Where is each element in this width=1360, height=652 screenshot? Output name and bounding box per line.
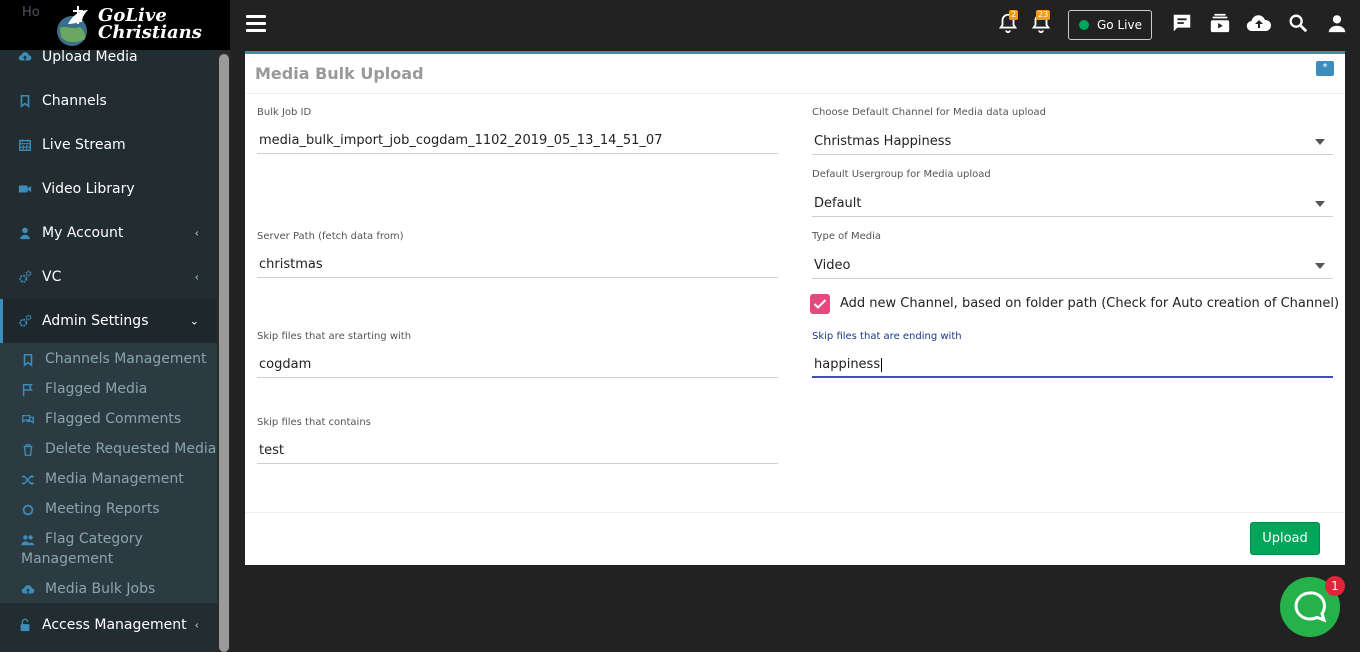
default-usergroup-label: Default Usergroup for Media upload (812, 169, 991, 180)
skip-contains-field[interactable]: test (257, 438, 778, 464)
sidebar-item-access-management[interactable]: Access Management ‹ (0, 603, 217, 647)
sidebar-item-label: Channels (42, 93, 107, 109)
skip-start-field[interactable]: cogdam (257, 352, 778, 378)
admin-settings-submenu: Channels Management Flagged Media Flagge… (0, 343, 217, 603)
hamburger-menu-icon[interactable] (246, 15, 266, 33)
media-type-value: Video (814, 258, 851, 273)
cloud-upload-icon[interactable] (1246, 12, 1272, 34)
panel-footer-divider (245, 512, 1345, 513)
server-path-field[interactable]: christmas (257, 252, 778, 278)
chevron-left-icon: ‹ (194, 618, 199, 632)
sidebar-item-label: Video Library (42, 181, 135, 197)
alerts-badge: 23 (1036, 10, 1051, 20)
default-channel-select[interactable]: Christmas Happiness (812, 129, 1333, 155)
sidebar-item-my-account[interactable]: My Account ‹ (0, 211, 217, 255)
default-channel-label: Choose Default Channel for Media data up… (812, 107, 1046, 118)
chevron-down-icon (1315, 263, 1325, 269)
chevron-left-icon: ‹ (194, 270, 199, 284)
skip-contains-label: Skip files that contains (257, 417, 371, 428)
sidebar-item-label: Live Stream (42, 137, 126, 153)
comments-icon (22, 414, 34, 424)
default-channel-value: Christmas Happiness (814, 134, 952, 149)
skip-end-label: Skip files that are ending with (812, 331, 962, 342)
trash-icon (23, 444, 33, 456)
live-status-dot (1079, 20, 1089, 30)
sidebar-subitem-label: Channels Management (45, 351, 207, 367)
media-bulk-upload-panel: Media Bulk Upload * Bulk Job ID media_bu… (245, 51, 1345, 565)
user-profile-icon[interactable] (1326, 12, 1348, 34)
sidebar-scrollbar-thumb[interactable] (219, 54, 229, 652)
sidebar-item-vc[interactable]: VC ‹ (0, 255, 217, 299)
hidden-nav-text: Ho (22, 5, 40, 20)
chevron-left-icon: ‹ (194, 226, 199, 240)
sidebar-subitem-label: Media Bulk Jobs (45, 581, 156, 597)
logo-bar[interactable]: Ho GoLive Christians (0, 0, 230, 50)
upload-button[interactable]: Upload (1250, 522, 1320, 555)
bookmark-icon (20, 94, 30, 108)
random-icon (21, 474, 35, 486)
bulk-job-id-label: Bulk Job ID (257, 107, 312, 118)
chevron-down-icon (1315, 201, 1325, 207)
logo-text: GoLive Christians (98, 7, 202, 43)
media-type-select[interactable]: Video (812, 253, 1333, 279)
sidebar-subitem-label: Flagged Media (45, 381, 148, 397)
sidebar-item-label: My Account (42, 225, 124, 241)
sidebar-item-admin-settings[interactable]: Admin Settings ⌄ (0, 299, 217, 343)
checkmark-icon (813, 299, 827, 309)
top-navbar: 2 23 Go Live (230, 0, 1360, 50)
sidebar-item-video-library[interactable]: Video Library (0, 167, 217, 211)
add-channel-label: Add new Channel, based on folder path (C… (840, 296, 1340, 311)
sidebar-item-live-stream[interactable]: Live Stream (0, 123, 217, 167)
default-usergroup-select[interactable]: Default (812, 191, 1333, 217)
cogs-icon (19, 314, 32, 327)
sidebar-subitem-label: Flag Category Management (21, 531, 143, 567)
circle-icon (22, 504, 34, 516)
skip-end-field[interactable]: happiness (812, 352, 1333, 378)
sidebar-item-label: VC (42, 269, 62, 285)
video-library-icon[interactable] (1209, 12, 1231, 34)
sidebar-item-label: Admin Settings (42, 313, 149, 329)
panel-collapse-button[interactable]: * (1316, 61, 1334, 76)
media-type-label: Type of Media (812, 231, 881, 242)
video-camera-icon (18, 185, 32, 193)
panel-title: Media Bulk Upload (255, 64, 424, 83)
cloud-upload-icon (21, 585, 35, 594)
sidebar-subitem-label: Flagged Comments (45, 411, 182, 427)
add-channel-checkbox[interactable] (810, 294, 830, 314)
sidebar-item-channels[interactable]: Channels (0, 79, 217, 123)
chevron-down-icon (1315, 139, 1325, 145)
skip-start-label: Skip files that are starting with (257, 331, 412, 342)
logo-globe-icon (57, 6, 88, 46)
chat-icon[interactable] (1171, 12, 1193, 34)
go-live-button[interactable]: Go Live (1068, 10, 1152, 40)
search-icon[interactable] (1287, 12, 1309, 34)
bookmark-icon (23, 353, 33, 367)
cloud-upload-icon (18, 52, 32, 61)
chevron-down-icon: ⌄ (189, 314, 199, 328)
go-live-label: Go Live (1097, 18, 1142, 32)
sidebar-subitem-label: Delete Requested Media (45, 441, 217, 457)
chat-unread-badge: 1 (1325, 576, 1345, 596)
unlock-icon (20, 618, 30, 632)
cogs-icon (19, 270, 32, 283)
text-cursor (881, 357, 883, 372)
flag-icon (22, 383, 33, 397)
bulk-job-id-field[interactable]: media_bulk_import_job_cogdam_1102_2019_0… (257, 128, 778, 154)
sidebar: Upload Media Channels Live Stream Video … (0, 0, 230, 652)
notifications-badge: 2 (1009, 10, 1019, 20)
calendar-icon (19, 139, 31, 151)
sidebar-subitem-label: Media Management (45, 471, 184, 487)
panel-header: Media Bulk Upload * (245, 54, 1345, 94)
sidebar-item-label: Upload Media (42, 49, 138, 65)
default-usergroup-value: Default (814, 196, 862, 211)
user-icon (20, 227, 30, 240)
sidebar-subitem-label: Meeting Reports (45, 501, 160, 517)
logo-line-2: Christians (98, 22, 202, 43)
server-path-label: Server Path (fetch data from) (257, 231, 404, 242)
skip-end-value: happiness (814, 357, 881, 372)
sidebar-item-label: Access Management (42, 617, 187, 633)
